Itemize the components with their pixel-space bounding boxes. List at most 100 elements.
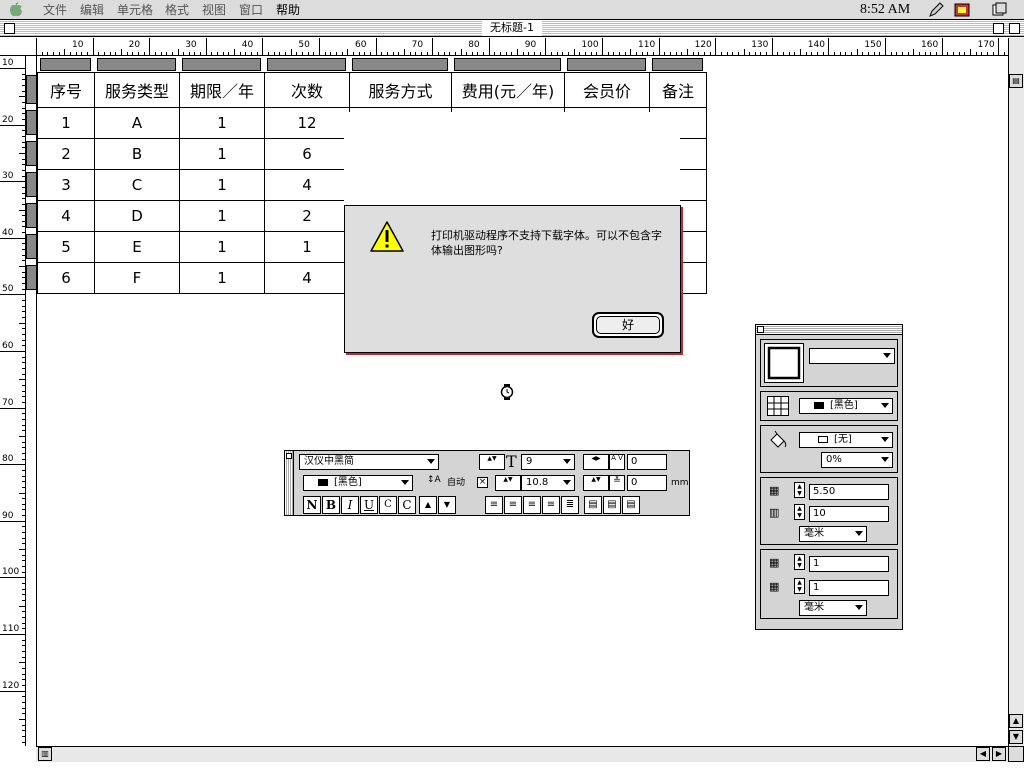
- scroll-right-icon[interactable]: ▶: [992, 747, 1006, 761]
- font-size-select[interactable]: 9: [521, 454, 575, 470]
- header-cell[interactable]: 服务类型: [94, 72, 180, 108]
- tracking-field[interactable]: 0: [627, 454, 667, 470]
- row-marker[interactable]: [26, 141, 37, 166]
- text-color-select[interactable]: [黑色]: [303, 475, 413, 491]
- menu-help[interactable]: 帮助: [276, 2, 300, 18]
- column-marker[interactable]: [40, 58, 91, 71]
- vertical-ruler[interactable]: 10 20 30 40 50 60 70 80 90 100 110 120: [0, 56, 26, 746]
- zoom-box-icon[interactable]: [993, 23, 1004, 34]
- table-cell[interactable]: C: [94, 169, 180, 201]
- italic-button[interactable]: I: [341, 496, 359, 514]
- row-marker[interactable]: [26, 234, 37, 259]
- header-cell[interactable]: 序号: [37, 72, 95, 108]
- valign-middle-icon[interactable]: ▤: [603, 496, 621, 514]
- close-box-icon[interactable]: [4, 23, 15, 34]
- border-style-select[interactable]: [809, 348, 895, 364]
- table-cell[interactable]: D: [94, 200, 180, 232]
- rows-stepper[interactable]: ▲ ▼: [794, 578, 805, 594]
- header-cell[interactable]: 费用(元／年): [451, 72, 565, 108]
- header-cell[interactable]: 次数: [264, 72, 350, 108]
- header-cell[interactable]: 会员价: [564, 72, 650, 108]
- menu-cell[interactable]: 单元格: [117, 2, 153, 18]
- header-cell[interactable]: 服务方式: [349, 72, 452, 108]
- table-cell[interactable]: 6: [264, 138, 350, 170]
- column-marker[interactable]: [97, 58, 176, 71]
- table-cell[interactable]: 2: [37, 138, 95, 170]
- column-marker[interactable]: [652, 58, 703, 71]
- menu-window[interactable]: 窗口: [239, 2, 263, 18]
- apple-menu-icon[interactable]: [8, 2, 24, 18]
- baseline-field[interactable]: 0: [627, 475, 667, 491]
- menu-format[interactable]: 格式: [165, 2, 189, 18]
- row-marker[interactable]: [26, 265, 37, 290]
- menu-file[interactable]: 文件: [43, 2, 67, 18]
- size-stepper[interactable]: ▲▼: [479, 454, 505, 470]
- column-marker[interactable]: [567, 58, 646, 71]
- leading-stepper[interactable]: ▲▼: [495, 475, 521, 491]
- scroll-up-icon[interactable]: ▲: [1009, 714, 1023, 728]
- collapse-box-icon[interactable]: [1009, 23, 1020, 34]
- row-marker[interactable]: [26, 110, 37, 135]
- column-marker[interactable]: [267, 58, 346, 71]
- palette-drag-bar[interactable]: [285, 451, 294, 515]
- table-cell[interactable]: 4: [37, 200, 95, 232]
- leading-select[interactable]: 10.8: [521, 475, 575, 491]
- grid-color-select[interactable]: [黑色]: [799, 398, 893, 414]
- width-field[interactable]: 5.50: [809, 484, 889, 500]
- scroll-thumb[interactable]: ▤: [1009, 74, 1023, 88]
- table-cell[interactable]: 5: [37, 231, 95, 263]
- scroll-left-icon[interactable]: ◀: [976, 747, 990, 761]
- table-cell[interactable]: E: [94, 231, 180, 263]
- table-cell[interactable]: B: [94, 138, 180, 170]
- table-cell[interactable]: 1: [179, 138, 265, 170]
- table-cell[interactable]: 1: [37, 107, 95, 139]
- row-marker[interactable]: [26, 172, 37, 197]
- leading-auto-checkbox[interactable]: ×: [477, 477, 488, 488]
- table-cell[interactable]: 1: [179, 107, 265, 139]
- table-cell[interactable]: 4: [264, 262, 350, 294]
- pencil-icon[interactable]: [927, 2, 945, 18]
- horizontal-scrollbar[interactable]: ▥ ◀ ▶: [36, 746, 1008, 762]
- table-cell[interactable]: 6: [37, 262, 95, 294]
- header-cell[interactable]: 期限／年: [179, 72, 265, 108]
- align-right-icon[interactable]: ≡: [523, 496, 541, 514]
- table-cell[interactable]: 1: [264, 231, 350, 263]
- table-cell[interactable]: 3: [37, 169, 95, 201]
- superscript-button[interactable]: ▲: [419, 496, 437, 514]
- table-cell[interactable]: 4: [264, 169, 350, 201]
- column-marker[interactable]: [454, 58, 561, 71]
- horizontal-ruler[interactable]: 10 20 30 40 50 60 70 80 90 100 110 120 130 140 150 160 1…: [18, 38, 1008, 56]
- table-cell[interactable]: 1: [179, 231, 265, 263]
- scroll-thumb[interactable]: ▥: [38, 747, 52, 761]
- grid-icon[interactable]: [767, 396, 789, 416]
- palette-close-icon[interactable]: [286, 453, 292, 459]
- small-caps-button[interactable]: C: [379, 496, 397, 514]
- height-field[interactable]: 10: [809, 506, 889, 522]
- font-select[interactable]: 汉仪中黑简: [299, 454, 439, 470]
- app-icon[interactable]: [953, 2, 971, 18]
- header-cell[interactable]: 备注: [649, 72, 707, 108]
- cell-border-icon[interactable]: [764, 343, 804, 383]
- subscript-button[interactable]: ▼: [438, 496, 456, 514]
- table-cell[interactable]: A: [94, 107, 180, 139]
- palette-close-icon[interactable]: [757, 326, 764, 333]
- table-cell[interactable]: 12: [264, 107, 350, 139]
- rows-field[interactable]: 1: [809, 580, 889, 596]
- normal-style-button[interactable]: N: [303, 496, 321, 514]
- size-unit-select[interactable]: 毫米: [799, 526, 867, 542]
- align-center-icon[interactable]: ≡: [504, 496, 522, 514]
- baseline-stepper[interactable]: ▲▼: [583, 475, 609, 491]
- table-cell[interactable]: 2: [264, 200, 350, 232]
- bold-button[interactable]: B: [322, 496, 340, 514]
- column-marker[interactable]: [352, 58, 448, 71]
- window-titlebar[interactable]: 无标题-1: [0, 20, 1024, 37]
- align-left-icon[interactable]: ≡: [485, 496, 503, 514]
- underline-button[interactable]: U: [360, 496, 378, 514]
- scroll-down-icon[interactable]: ▼: [1009, 730, 1023, 744]
- column-marker[interactable]: [182, 58, 261, 71]
- fill-color-select[interactable]: [无]: [799, 432, 893, 448]
- table-cell[interactable]: F: [94, 262, 180, 294]
- align-justify-icon[interactable]: ≡: [542, 496, 560, 514]
- menu-view[interactable]: 视图: [202, 2, 226, 18]
- tracking-stepper[interactable]: ◀▶: [583, 454, 609, 470]
